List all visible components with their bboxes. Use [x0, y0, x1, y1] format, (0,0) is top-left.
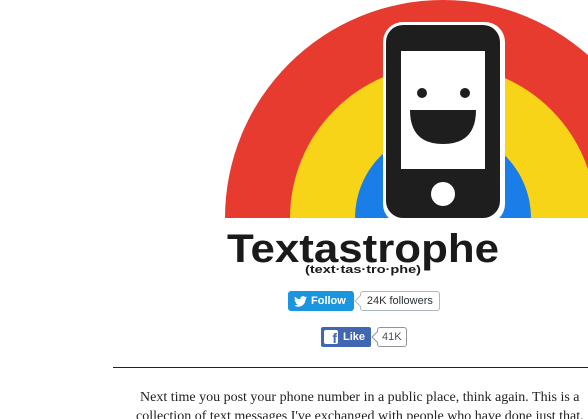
- twitter-follow-label: Follow: [311, 295, 346, 307]
- section-divider: [113, 367, 588, 368]
- twitter-bird-icon: [294, 295, 307, 307]
- phone-home-button: [431, 182, 455, 206]
- facebook-like-label: Like: [343, 331, 366, 343]
- phone-icon: [383, 22, 505, 224]
- twitter-follower-count-text: 24K followers: [366, 295, 433, 307]
- textastrophe-logo: Textastrophe (text·tas·tro·phe): [225, 0, 588, 276]
- facebook-f-icon: f: [324, 330, 338, 344]
- facebook-like-widget: f Like 41K: [321, 326, 407, 348]
- facebook-like-count-text: 41K: [382, 331, 402, 343]
- twitter-follow-widget: Follow 24K followers: [288, 290, 440, 312]
- logo-pronunciation: (text·tas·tro·phe): [305, 264, 421, 276]
- facebook-like-button[interactable]: f Like: [321, 327, 372, 347]
- twitter-follower-count[interactable]: 24K followers: [359, 291, 440, 311]
- smiley-left-eye-icon: [417, 88, 427, 98]
- intro-paragraph: Next time you post your phone number in …: [136, 390, 584, 419]
- facebook-like-count: 41K: [377, 327, 407, 347]
- twitter-follow-button[interactable]: Follow: [288, 291, 354, 311]
- smiley-right-eye-icon: [460, 88, 470, 98]
